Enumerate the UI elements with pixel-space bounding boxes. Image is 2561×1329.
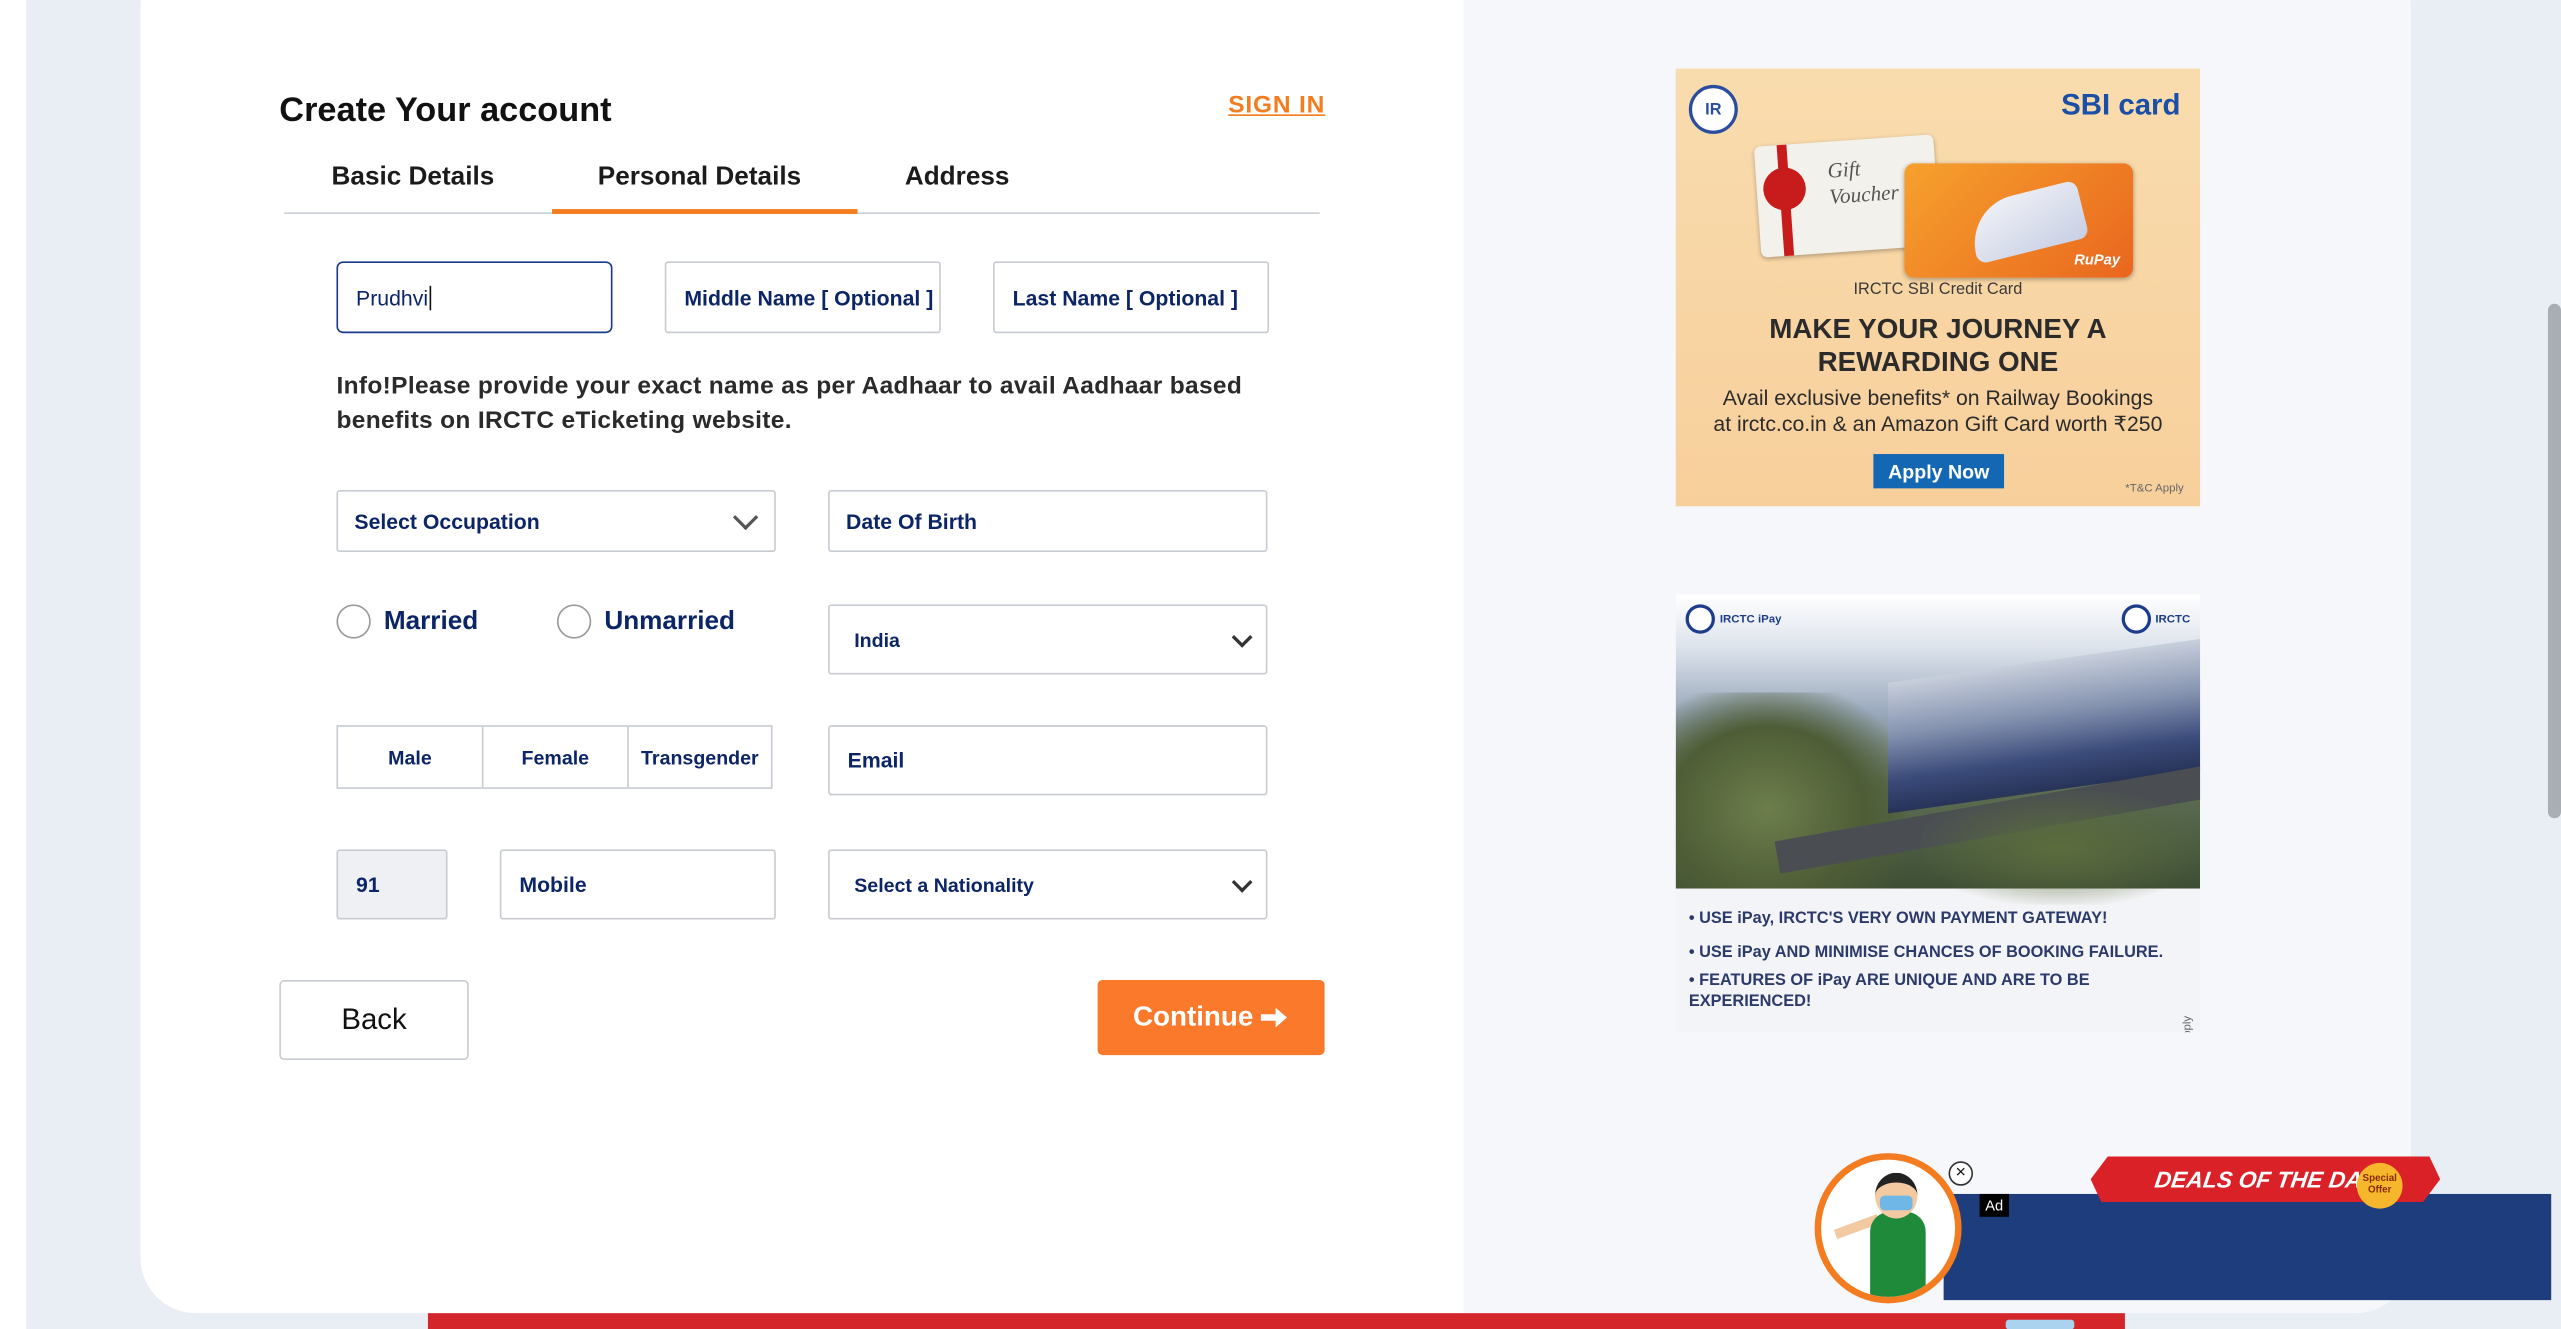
continue-button[interactable]: Continue — [1097, 979, 1325, 1056]
gender-transgender-button[interactable]: Transgender — [629, 727, 771, 787]
irctc-logo-icon: IR — [1688, 84, 1738, 134]
ipay-bullet-3: • FEATURES OF iPay ARE UNIQUE AND ARE TO… — [1688, 971, 2090, 1012]
ipay-bullet-1: • USE iPay, IRCTC'S VERY OWN PAYMENT GAT… — [1688, 909, 2108, 928]
ipay-bullet-2: • USE iPay AND MINIMISE CHANCES OF BOOKI… — [1688, 944, 2164, 963]
continue-label: Continue — [1132, 1001, 1254, 1033]
married-radio[interactable]: Married — [336, 604, 479, 639]
sign-in-link[interactable]: SIGN IN — [1228, 91, 1325, 119]
ipay-bullets: • USE iPay, IRCTC'S VERY OWN PAYMENT GAT… — [1689, 902, 2179, 1013]
mascot-body — [1870, 1211, 1926, 1297]
sbi-card-ad[interactable]: IR SBI card Gift Voucher RuPay IRCTC SBI… — [1675, 68, 2201, 507]
left-margin — [0, 0, 27, 1329]
mascot-avatar[interactable] — [1814, 1153, 1962, 1304]
gender-segmented-control: Male Female Transgender — [336, 725, 773, 789]
ipay-logo-text: IRCTC iPay — [1719, 613, 1782, 625]
active-tab-indicator — [552, 209, 858, 214]
email-placeholder: Email — [847, 748, 905, 773]
ad-label: Ad — [1979, 1193, 2009, 1217]
ad-headline-line-2: REWARDING ONE — [1817, 346, 2059, 378]
nationality-select[interactable]: Select a Nationality — [828, 849, 1268, 920]
special-offer-badge: Special Offer — [2356, 1162, 2403, 1209]
card-caption: IRCTC SBI Credit Card — [1853, 280, 2023, 299]
country-select[interactable]: India — [828, 604, 1268, 675]
unmarried-radio[interactable]: Unmarried — [556, 604, 736, 639]
tc-note: T&C Apply — [2182, 1016, 2193, 1032]
sbi-card-brand: SBI card — [2061, 88, 2181, 121]
first-name-input[interactable]: Prudhvi — [336, 261, 613, 334]
email-input[interactable]: Email — [828, 725, 1268, 796]
credit-card-image: RuPay — [1904, 163, 2134, 278]
ad-headline: MAKE YOUR JOURNEY A REWARDING ONE — [1676, 314, 2200, 379]
text-caret — [429, 285, 432, 310]
married-radio-circle[interactable] — [336, 604, 371, 639]
ad-headline-line-1: MAKE YOUR JOURNEY A — [1769, 313, 2107, 345]
deals-ad-bar[interactable] — [1943, 1193, 2552, 1301]
irctc-ipay-logo: IRCTC iPay — [1685, 604, 1782, 634]
chevron-down-icon — [732, 504, 759, 531]
page: Create Your account SIGN IN Basic Detail… — [0, 0, 2561, 1329]
irctc-logo: IRCTC — [2121, 604, 2191, 634]
mobile-input[interactable]: Mobile — [499, 849, 776, 920]
mobile-placeholder: Mobile — [519, 872, 587, 897]
tc-note: *T&C Apply — [2125, 483, 2184, 495]
occupation-value: Select Occupation — [354, 508, 540, 534]
occupation-select[interactable]: Select Occupation — [336, 489, 776, 553]
back-button[interactable]: Back — [279, 979, 469, 1061]
train-graphic — [1964, 179, 2090, 265]
irctc-logo-icon — [2121, 604, 2151, 634]
unmarried-radio-circle[interactable] — [556, 604, 592, 639]
apply-now-button[interactable]: Apply Now — [1873, 454, 2005, 489]
chevron-down-icon — [1231, 871, 1253, 892]
middle-name-input[interactable]: Middle Name [ Optional ] — [664, 261, 941, 334]
gender-male-button[interactable]: Male — [338, 726, 484, 788]
rupay-badge: RuPay — [2074, 251, 2121, 268]
tab-personal-details[interactable]: Personal Details — [598, 163, 801, 192]
irctc-ipay-ad[interactable]: IRCTC iPay IRCTC • USE iPay, IRCTC'S VER… — [1675, 594, 2201, 1033]
bottom-banner-accent — [2005, 1319, 2075, 1329]
nationality-value: Select a Nationality — [854, 872, 1034, 896]
country-code-field: 91 — [336, 849, 448, 920]
bow-decoration — [1761, 166, 1808, 212]
ad-subtext-line-1: Avail exclusive benefits* on Railway Boo… — [1722, 385, 2154, 410]
date-of-birth-input[interactable]: Date Of Birth — [828, 489, 1268, 553]
married-label: Married — [383, 606, 479, 635]
page-title: Create Your account — [279, 91, 612, 130]
middle-name-placeholder: Middle Name [ Optional ] — [684, 285, 934, 310]
ad-subtext-line-2: at irctc.co.in & an Amazon Gift Card wor… — [1713, 411, 2163, 437]
first-name-value: Prudhvi — [356, 285, 429, 310]
arrow-right-icon — [1261, 1007, 1288, 1028]
page-scrollbar[interactable] — [2547, 303, 2561, 819]
last-name-input[interactable]: Last Name [ Optional ] — [993, 261, 1270, 334]
bottom-banner-strip — [427, 1313, 2125, 1329]
chevron-down-icon — [1231, 626, 1253, 647]
date-of-birth-placeholder: Date Of Birth — [846, 508, 977, 534]
close-ad-icon[interactable]: × — [1948, 1161, 1974, 1186]
tab-address[interactable]: Address — [905, 163, 1010, 192]
mascot-mask — [1879, 1195, 1913, 1211]
gender-female-button[interactable]: Female — [483, 726, 629, 788]
registration-card: Create Your account SIGN IN Basic Detail… — [140, 0, 2411, 1314]
irctc-logo-text: IRCTC — [2155, 613, 2191, 625]
foliage-right — [1920, 790, 2201, 905]
train-photo — [1675, 594, 2201, 905]
form-tabs: Basic Details Personal Details Address — [284, 157, 1320, 214]
aadhaar-info-text: Info!Please provide your exact name as p… — [336, 372, 1243, 435]
ad-subtext: Avail exclusive benefits* on Railway Boo… — [1676, 385, 2200, 437]
last-name-placeholder: Last Name [ Optional ] — [1012, 285, 1238, 310]
irctc-logo-icon — [1685, 604, 1715, 634]
unmarried-label: Unmarried — [604, 606, 736, 635]
country-value: India — [854, 628, 900, 651]
tab-basic-details[interactable]: Basic Details — [332, 163, 495, 192]
